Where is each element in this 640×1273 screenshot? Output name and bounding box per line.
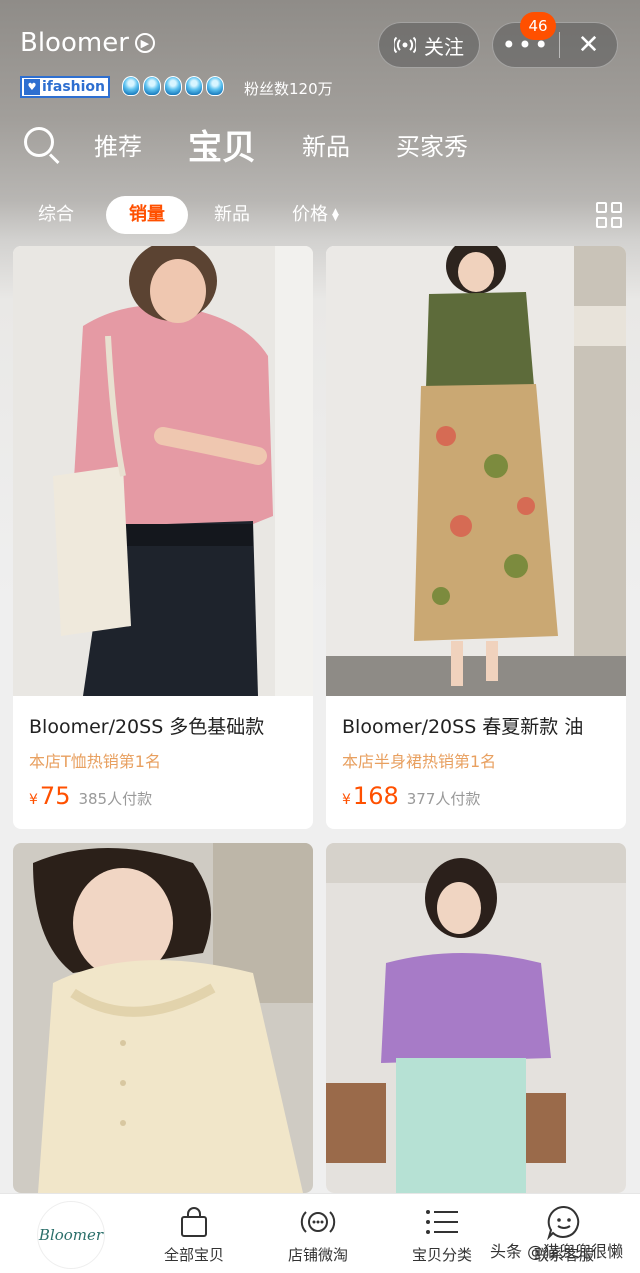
product-title: Bloomer/20SS 春夏新款 油 [342, 716, 584, 738]
notification-badge: 46 [520, 12, 556, 40]
product-price: 168 [352, 782, 399, 810]
sort-new[interactable]: 新品 [214, 196, 250, 234]
search-icon[interactable] [24, 126, 60, 164]
chat-face-icon [547, 1205, 580, 1240]
sort-arrows-icon: ▲ ▼ [332, 207, 339, 223]
tab-recommend[interactable]: 推荐 [94, 127, 142, 162]
price-row: ¥ 75 385人付款 [29, 782, 152, 810]
price-row: ¥ 168 377人付款 [342, 782, 480, 810]
broadcast-icon [394, 36, 416, 54]
sort-sales[interactable]: 销量 [106, 196, 188, 234]
crown-icon [143, 76, 161, 96]
shop-name-link[interactable]: Bloomer ▶ [20, 28, 155, 58]
close-button[interactable]: ✕ [560, 22, 617, 68]
sort-bar: 综合 销量 新品 价格 ▲ ▼ [0, 196, 640, 234]
ifashion-label: ifashion [42, 79, 106, 95]
broadcast-icon [300, 1211, 336, 1233]
product-title: Bloomer/20SS 多色基础款 [29, 716, 265, 738]
heart-icon: ♥ [24, 79, 40, 95]
tab-products[interactable]: 宝贝 [188, 120, 256, 169]
sold-count: 377人付款 [406, 790, 481, 808]
sold-count: 385人付款 [78, 790, 153, 808]
list-icon [426, 1210, 458, 1234]
product-rank-tag: 本店半身裙热销第1名 [342, 752, 497, 771]
crown-icon [185, 76, 203, 96]
shop-tabs: 推荐 宝贝 新品 买家秀 [24, 120, 514, 169]
crown-icon [122, 76, 140, 96]
nav-weitao[interactable]: 店铺微淘 [268, 1204, 368, 1265]
product-card[interactable] [326, 843, 626, 1193]
nav-all-products[interactable]: 全部宝贝 [144, 1204, 244, 1265]
shop-logo[interactable]: Bloomer [38, 1202, 104, 1268]
currency-symbol: ¥ [29, 792, 38, 808]
tab-buyer-show[interactable]: 买家秀 [396, 127, 468, 162]
nav-categories[interactable]: 宝贝分类 [392, 1204, 492, 1265]
nav-label: 店铺微淘 [287, 1246, 348, 1264]
shopping-bag-icon [181, 1207, 207, 1237]
fans-count: 粉丝数120万 [244, 80, 333, 98]
product-image [13, 246, 313, 696]
close-icon: ✕ [577, 30, 600, 60]
product-image [326, 843, 626, 1193]
sort-overall[interactable]: 综合 [38, 196, 74, 234]
shop-name: Bloomer [20, 28, 129, 58]
product-card[interactable]: Bloomer/20SS 春夏新款 油 本店半身裙热销第1名 ¥ 168 377… [326, 246, 626, 829]
sort-price[interactable]: 价格 ▲ ▼ [292, 196, 339, 234]
nav-label: 宝贝分类 [411, 1246, 472, 1264]
watermark: 头条 @猫兜兜很懒 [490, 1242, 624, 1261]
shop-header: Bloomer ▶ ♥ ifashion 粉丝数120万 关注 ••• ✕ 46… [0, 0, 640, 240]
crown-icon [206, 76, 224, 96]
product-image [13, 843, 313, 1193]
nav-label: 全部宝贝 [163, 1246, 224, 1264]
product-rank-tag: 本店T恤热销第1名 [29, 752, 161, 771]
tab-new[interactable]: 新品 [302, 127, 350, 162]
crown-icon [164, 76, 182, 96]
shop-rating-crowns [122, 76, 224, 96]
ifashion-badge: ♥ ifashion [20, 76, 110, 98]
product-card[interactable]: Bloomer/20SS 多色基础款 本店T恤热销第1名 ¥ 75 385人付款 [13, 246, 313, 829]
sort-price-label: 价格 [292, 204, 328, 225]
currency-symbol: ¥ [342, 792, 351, 808]
product-price: 75 [39, 782, 71, 810]
product-image [326, 246, 626, 696]
follow-label: 关注 [424, 34, 464, 59]
grid-view-icon[interactable] [596, 202, 622, 228]
product-card[interactable] [13, 843, 313, 1193]
chevron-right-icon: ▶ [134, 33, 155, 53]
follow-button[interactable]: 关注 [378, 22, 480, 68]
